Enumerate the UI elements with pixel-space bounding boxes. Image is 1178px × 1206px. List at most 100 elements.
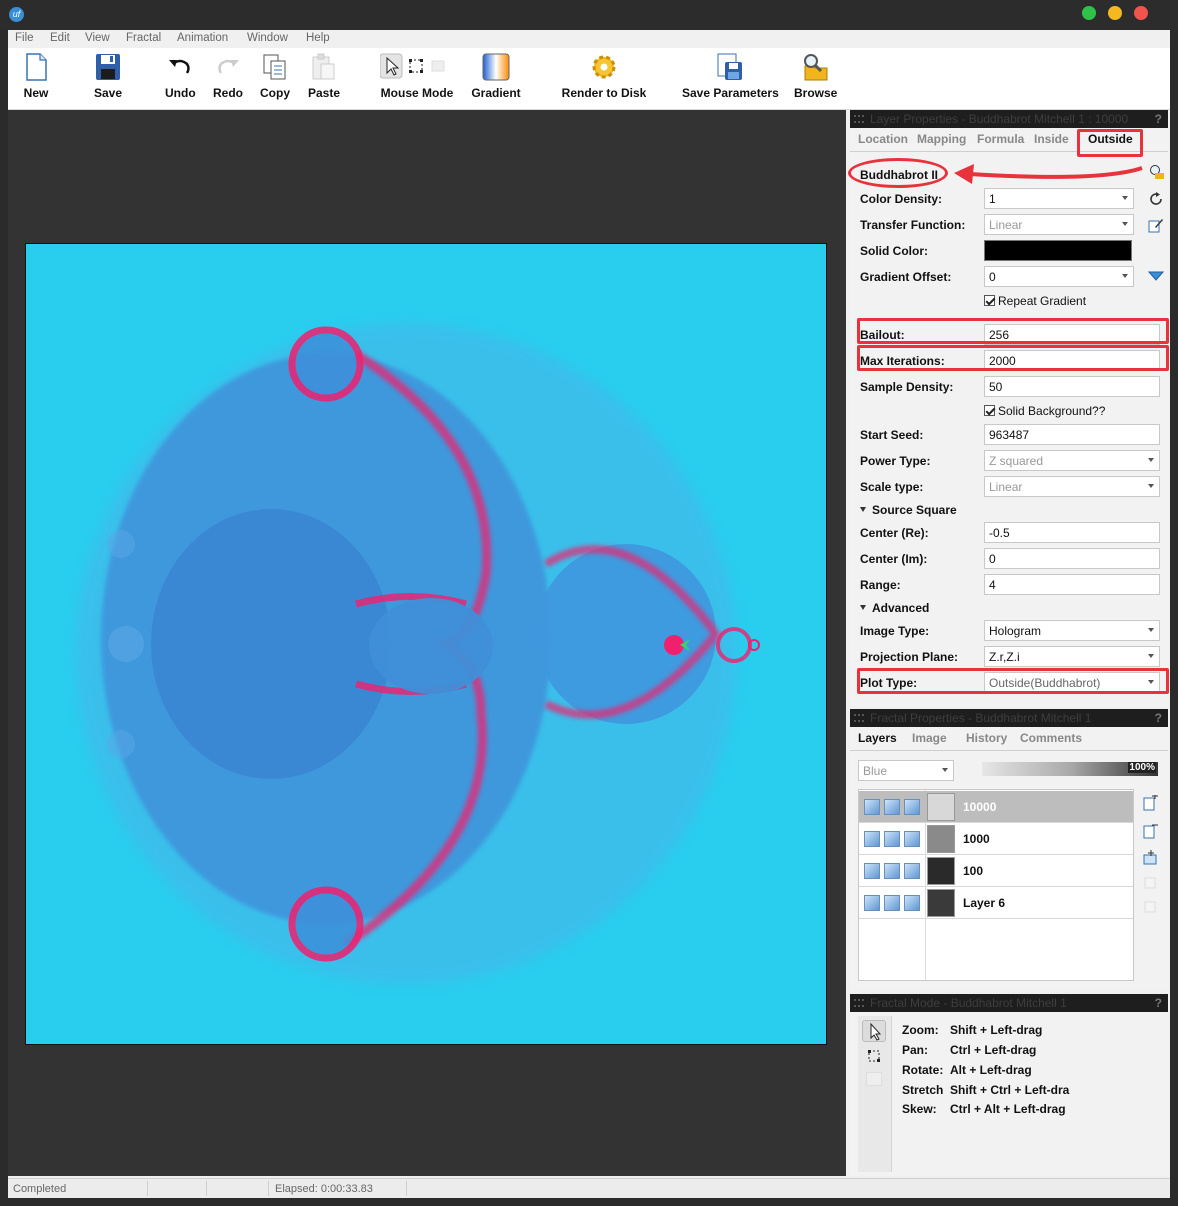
tab-layers[interactable]: Layers <box>858 731 897 745</box>
projection-plane-select[interactable]: Z.r,Z.i <box>984 646 1160 667</box>
gradient-offset-field[interactable]: 0 <box>984 266 1134 287</box>
menu-edit[interactable]: Edit <box>50 32 70 44</box>
undo-icon <box>165 52 195 82</box>
layer-row[interactable]: 10000 <box>859 791 1133 823</box>
browse-button[interactable]: Browse <box>794 52 837 100</box>
layer-gradient-icon[interactable] <box>904 831 920 847</box>
blend-mode-select[interactable]: Blue <box>858 760 954 781</box>
source-square-section[interactable]: Source Square <box>860 503 957 517</box>
layer-zoom-icon[interactable] <box>884 831 900 847</box>
repeat-gradient-checkbox[interactable]: Repeat Gradient <box>984 294 1086 308</box>
outside-tab-highlight <box>1077 129 1143 157</box>
add-layer-icon[interactable] <box>1142 793 1158 811</box>
mode-tool-column <box>858 1016 892 1172</box>
close-button[interactable] <box>1134 6 1148 20</box>
layer-row[interactable]: 100 <box>859 855 1133 887</box>
layer-gradient-icon[interactable] <box>904 863 920 879</box>
center-im-field[interactable]: 0 <box>984 548 1160 569</box>
gradient-button[interactable]: Gradient <box>471 52 521 100</box>
main-window: File Edit View Fractal Animation Window … <box>8 30 1170 1198</box>
tab-location[interactable]: Location <box>858 132 908 146</box>
maximize-button[interactable] <box>1082 6 1096 20</box>
tab-comments[interactable]: Comments <box>1020 731 1082 745</box>
center-re-field[interactable]: -0.5 <box>984 522 1160 543</box>
disabled-tool-icon <box>866 1072 882 1086</box>
transfer-function-select[interactable]: Linear <box>984 214 1134 235</box>
layers-list: 10000 1000 100 Layer 6 <box>858 789 1134 981</box>
merge-layer-icon[interactable] <box>1142 849 1158 865</box>
layer-gradient-icon[interactable] <box>904 799 920 815</box>
save-button[interactable]: Save <box>93 52 123 100</box>
menu-help[interactable]: Help <box>306 32 330 44</box>
layer-zoom-icon[interactable] <box>884 895 900 911</box>
save-parameters-button[interactable]: Save Parameters <box>682 52 779 100</box>
layer-thumbnail <box>927 793 955 821</box>
tab-mapping[interactable]: Mapping <box>917 132 966 146</box>
scale-type-select[interactable]: Linear <box>984 476 1160 497</box>
layer-zoom-icon[interactable] <box>884 863 900 879</box>
undo-button[interactable]: Undo <box>165 52 196 100</box>
layer-image-icon[interactable] <box>864 831 880 847</box>
layer-image-icon[interactable] <box>864 863 880 879</box>
fractal-properties-panel: Fractal Properties - Buddhabrot Mitchell… <box>850 709 1168 991</box>
range-field[interactable]: 4 <box>984 574 1160 595</box>
help-icon[interactable]: ? <box>1155 112 1162 126</box>
paste-button[interactable]: Paste <box>308 52 340 100</box>
layer-down-icon[interactable] <box>1142 899 1158 915</box>
redo-button[interactable]: Redo <box>213 52 243 100</box>
annotation-arrow <box>954 164 1143 184</box>
edit-icon[interactable] <box>1148 217 1164 233</box>
canvas-area[interactable] <box>8 110 846 1176</box>
redo-icon <box>213 52 243 82</box>
image-type-select[interactable]: Hologram <box>984 620 1160 641</box>
status-text: Completed <box>13 1183 67 1195</box>
tab-image[interactable]: Image <box>912 731 947 745</box>
opacity-slider[interactable]: 100% <box>982 762 1158 776</box>
start-seed-field[interactable]: 963487 <box>984 424 1160 445</box>
layer-up-icon[interactable] <box>1142 875 1158 891</box>
layer-row[interactable]: 1000 <box>859 823 1133 855</box>
menu-fractal[interactable]: Fractal <box>126 32 161 44</box>
layer-zoom-icon[interactable] <box>884 799 900 815</box>
minimize-button[interactable] <box>1108 6 1122 20</box>
menu-window[interactable]: Window <box>247 32 288 44</box>
status-bar: Completed Elapsed: 0:00:33.83 <box>8 1178 1170 1198</box>
help-icon[interactable]: ? <box>1155 996 1162 1010</box>
coloring-browse-icon[interactable] <box>1148 164 1164 180</box>
power-type-select[interactable]: Z squared <box>984 450 1160 471</box>
tab-history[interactable]: History <box>966 731 1007 745</box>
menu-file[interactable]: File <box>15 32 34 44</box>
layer-image-icon[interactable] <box>864 895 880 911</box>
tab-formula[interactable]: Formula <box>977 132 1024 146</box>
fractal-image[interactable] <box>25 243 827 1045</box>
menu-animation[interactable]: Animation <box>177 32 228 44</box>
mouse-mode-button[interactable]: Mouse Mode <box>379 52 454 100</box>
solid-background-checkbox[interactable]: Solid Background?? <box>984 404 1105 418</box>
sample-density-field[interactable]: 50 <box>984 376 1160 397</box>
layer-image-icon[interactable] <box>864 799 880 815</box>
max-iterations-highlight <box>857 345 1169 371</box>
layer-row[interactable]: Layer 6 <box>859 887 1133 919</box>
select-tool-icon[interactable] <box>866 1048 882 1064</box>
remove-layer-icon[interactable] <box>1142 823 1158 839</box>
help-icon[interactable]: ? <box>1155 711 1162 725</box>
advanced-section[interactable]: Advanced <box>860 601 929 615</box>
gear-icon <box>589 52 619 82</box>
copy-button[interactable]: Copy <box>260 52 290 100</box>
menu-bar: File Edit View Fractal Animation Window … <box>8 30 1170 48</box>
render-to-disk-button[interactable]: Render to Disk <box>561 52 647 100</box>
reset-icon[interactable] <box>1148 191 1164 207</box>
tab-inside[interactable]: Inside <box>1034 132 1069 146</box>
color-density-field[interactable]: 1 <box>984 188 1134 209</box>
menu-view[interactable]: View <box>85 32 110 44</box>
save-parameters-icon <box>715 52 745 82</box>
triangle-down-icon[interactable] <box>1147 270 1165 286</box>
pointer-tool-icon[interactable] <box>862 1020 886 1042</box>
layer-gradient-icon[interactable] <box>904 895 920 911</box>
fractal-mode-panel: Fractal Mode - Buddhabrot Mitchell 1 ? Z… <box>850 994 1168 1176</box>
new-button[interactable]: New <box>21 52 51 100</box>
fractal-mode-header: Fractal Mode - Buddhabrot Mitchell 1 ? <box>850 994 1168 1012</box>
solid-color-swatch[interactable] <box>984 240 1132 261</box>
fractal-properties-header: Fractal Properties - Buddhabrot Mitchell… <box>850 709 1168 727</box>
toolbar: New Save Undo Redo Copy Paste Mouse Mode… <box>8 48 1170 110</box>
